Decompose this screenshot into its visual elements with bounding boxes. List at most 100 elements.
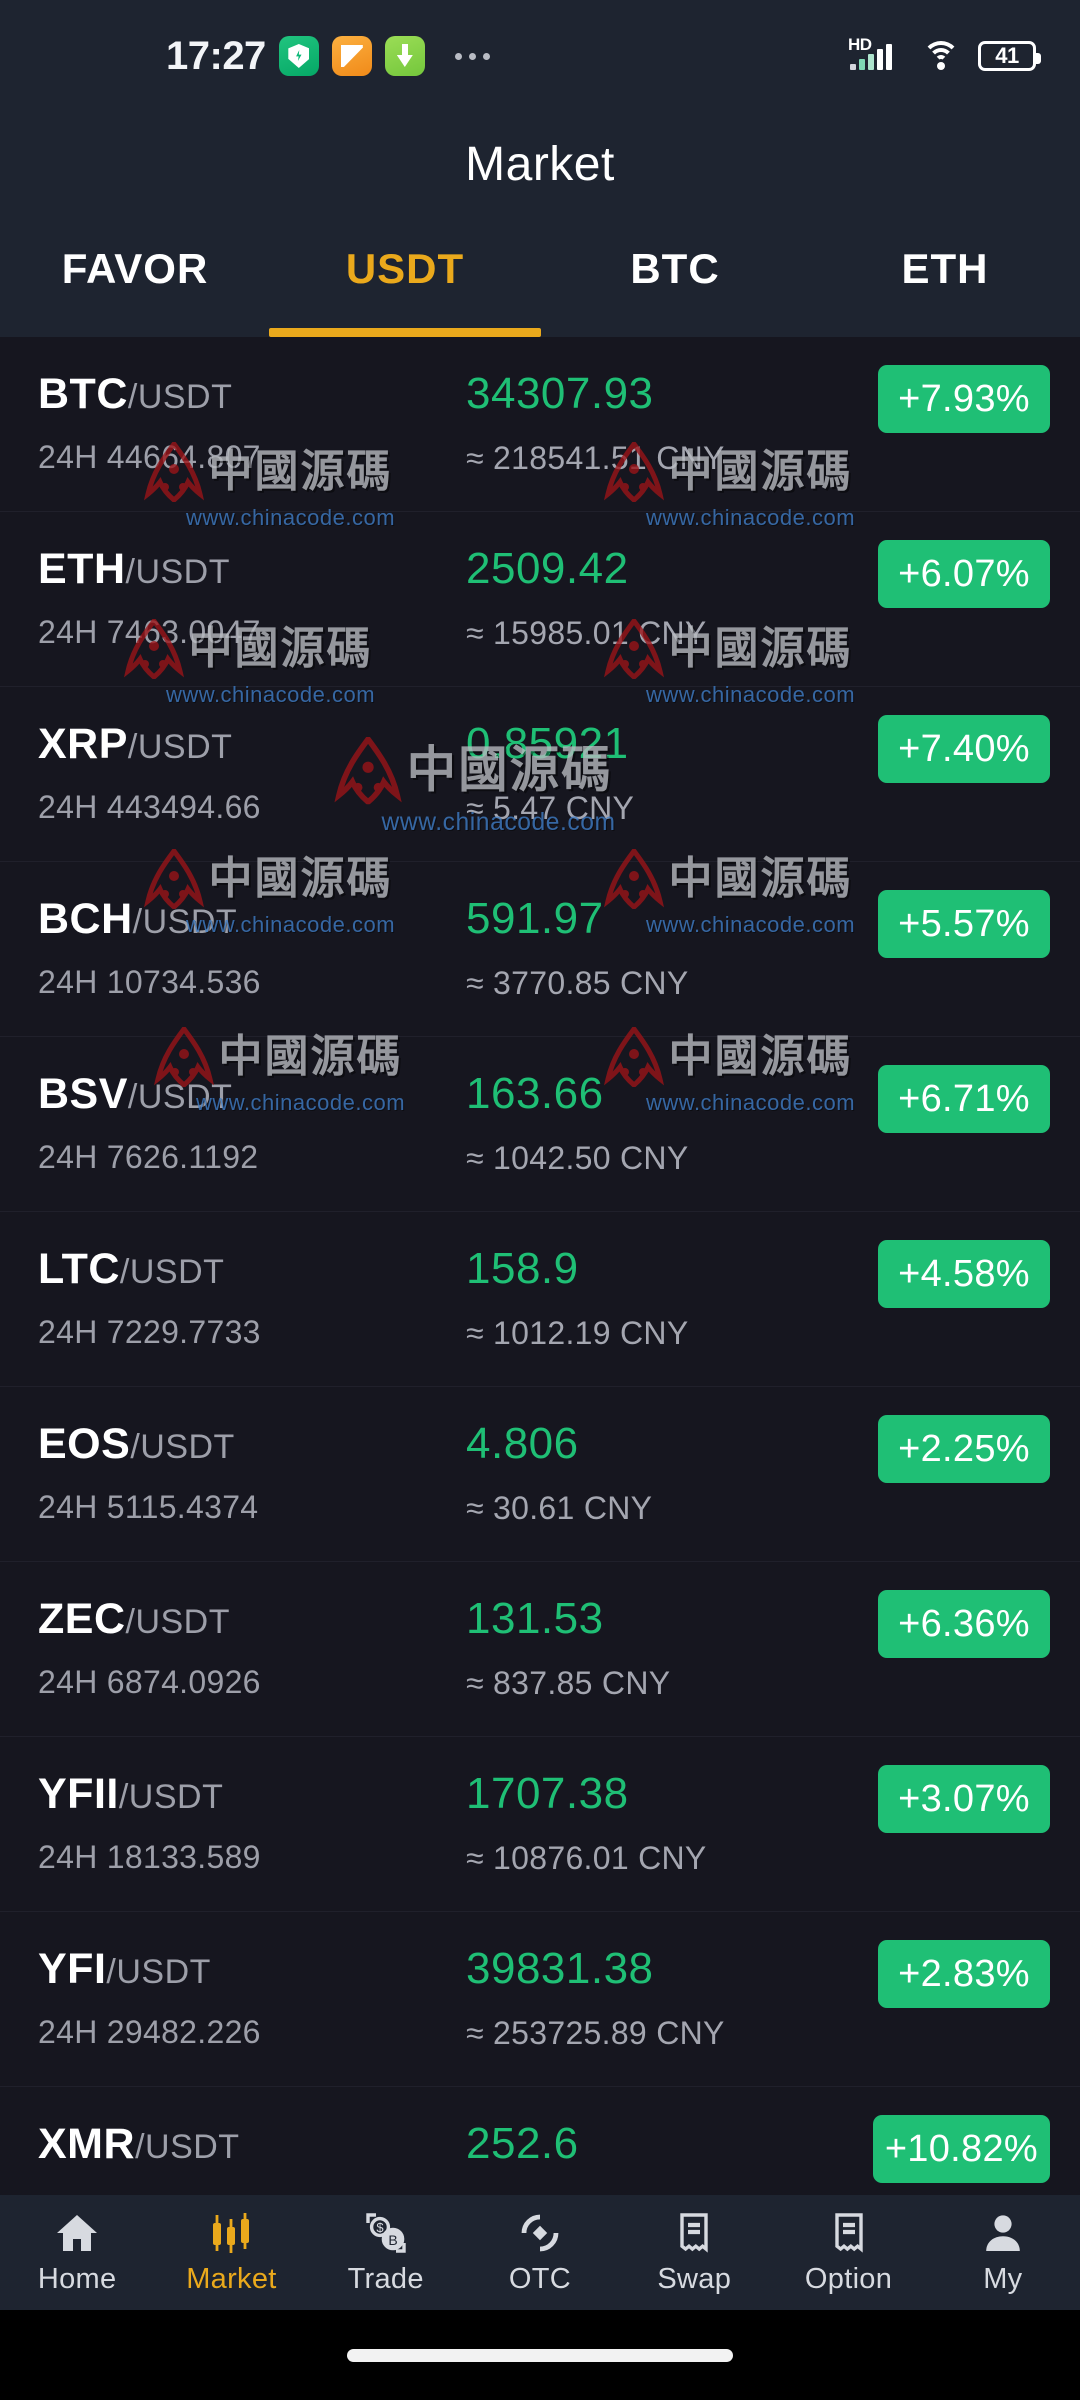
market-list[interactable]: BTC/USDT 24H 44664.807 34307.93 ≈ 218541.51… xyxy=(0,337,1080,2195)
pair-quote: /USDT xyxy=(130,1428,235,1466)
tab-favor[interactable]: FAVOR xyxy=(0,217,270,337)
coin-swap-icon: B $ xyxy=(360,2209,412,2257)
market-row[interactable]: ETH/USDT 24H 7463.0047 2509.42 ≈ 15985.01 C… xyxy=(0,512,1080,687)
market-row[interactable]: YFII/USDT 24H 18133.589 1707.38 ≈ 10876.01 … xyxy=(0,1737,1080,1912)
pair-base: ZEC xyxy=(38,1595,126,1643)
change-badge[interactable]: +10.82% xyxy=(872,2115,1050,2183)
pair-name: LTC/USDT xyxy=(38,1245,224,1294)
pair-quote: /USDT xyxy=(125,553,230,591)
volume-24h: 24H 443494.66 xyxy=(38,789,261,825)
last-price: 252.6 xyxy=(466,2119,579,2168)
tab-eth[interactable]: ETH xyxy=(810,217,1080,337)
nav-item-home[interactable]: Home xyxy=(0,2195,154,2310)
pair-quote: /USDT xyxy=(135,2128,240,2166)
nav-item-label: Swap xyxy=(657,2263,732,2295)
change-badge[interactable]: +5.57% xyxy=(878,890,1050,958)
gesture-bar-area xyxy=(0,2310,1080,2400)
phone-screen: 17:27 HD 41 Market FAVOR USDT BTC ETH BTC/U… xyxy=(0,0,1080,2400)
tab-btc[interactable]: BTC xyxy=(540,217,810,337)
market-row[interactable]: LTC/USDT 24H 7229.7733 158.9 ≈ 1012.19 CNY +… xyxy=(0,1212,1080,1387)
last-price: 158.9 xyxy=(466,1244,579,1293)
last-price: 131.53 xyxy=(466,1594,604,1643)
price-cny: ≈ 10876.01 CNY xyxy=(466,1840,707,1876)
pair-quote: /USDT xyxy=(127,378,233,416)
change-badge[interactable]: +7.93% xyxy=(878,365,1050,433)
status-bar-right: HD 41 xyxy=(848,35,1041,76)
status-bar-left: 17:27 xyxy=(166,34,490,79)
market-row[interactable]: BCH/USDT 24H 10734.536 591.97 ≈ 3770.85 CNY… xyxy=(0,862,1080,1037)
nav-item-label: Home xyxy=(37,2263,117,2295)
market-row[interactable]: XRP/USDT 24H 443494.66 0.85921 ≈ 5.47 CNY +7… xyxy=(0,687,1080,862)
nav-item-otc[interactable]: OTC xyxy=(463,2195,617,2310)
change-badge[interactable]: +2.25% xyxy=(878,1415,1050,1483)
last-price: 4.806 xyxy=(466,1419,579,1468)
change-badge[interactable]: +3.07% xyxy=(878,1765,1050,1833)
nav-item-label: My xyxy=(983,2263,1023,2295)
change-percent: +6.71% xyxy=(898,1077,1030,1120)
change-percent: +2.25% xyxy=(898,1427,1030,1470)
pair-name: YFI/USDT xyxy=(38,1945,211,1994)
nav-item-label: Trade xyxy=(347,2263,424,2295)
last-price: 34307.93 xyxy=(466,369,654,418)
nav-item-label: Market xyxy=(186,2263,277,2295)
tab-label: FAVOR xyxy=(61,245,209,292)
change-badge[interactable]: +2.83% xyxy=(878,1940,1050,2008)
pair-name: YFII/USDT xyxy=(38,1770,223,1819)
pair-base: EOS xyxy=(38,1420,131,1468)
change-percent: +10.82% xyxy=(884,2127,1038,2170)
signal-bars-icon: HD xyxy=(848,35,904,76)
nav-item-my[interactable]: My xyxy=(926,2195,1080,2310)
market-row[interactable]: XMR/USDT24H 8469.7148252.6≈ 1609.06 CNY+… xyxy=(0,2087,1080,2195)
person-icon xyxy=(977,2209,1029,2257)
change-percent: +6.07% xyxy=(898,552,1030,595)
pair-quote: /USDT xyxy=(125,1603,230,1641)
price-cny: ≈ 253725.89 CNY xyxy=(466,2015,725,2051)
home-gesture-indicator[interactable] xyxy=(347,2348,733,2362)
nav-item-trade[interactable]: B $ Trade xyxy=(309,2195,463,2310)
price-cny: ≈ 1042.50 CNY xyxy=(466,1140,689,1176)
tab-label: BTC xyxy=(630,245,720,292)
receipt-icon xyxy=(823,2209,875,2257)
nav-item-option[interactable]: Option xyxy=(771,2195,925,2310)
price-cny: ≈ 30.61 CNY xyxy=(466,1490,653,1526)
nav-item-swap[interactable]: Swap xyxy=(617,2195,771,2310)
change-badge[interactable]: +6.07% xyxy=(878,540,1050,608)
pair-name: XRP/USDT xyxy=(38,720,232,769)
price-cny: ≈ 218541.51 CNY xyxy=(466,440,725,476)
change-percent: +4.58% xyxy=(898,1252,1030,1295)
pair-name: BCH/USDT xyxy=(38,895,237,944)
last-price: 2509.42 xyxy=(466,544,629,593)
change-badge[interactable]: +7.40% xyxy=(878,715,1050,783)
bottom-nav: Home Market B $ Trade OTC Swap Option My xyxy=(0,2195,1080,2310)
market-row[interactable]: ZEC/USDT 24H 6874.0926 131.53 ≈ 837.85 CNY +… xyxy=(0,1562,1080,1737)
svg-text:$: $ xyxy=(376,2220,384,2235)
wifi-icon xyxy=(920,39,962,73)
price-cny: ≈ 1012.19 CNY xyxy=(466,1315,689,1351)
last-price: 1707.38 xyxy=(466,1769,629,1818)
pair-name: ETH/USDT xyxy=(38,545,230,594)
market-row[interactable]: YFI/USDT 24H 29482.226 39831.38 ≈ 253725.89… xyxy=(0,1912,1080,2087)
change-badge[interactable]: +4.58% xyxy=(878,1240,1050,1308)
pair-base: LTC xyxy=(38,1245,120,1293)
pair-name: BSV/USDT xyxy=(38,1070,232,1119)
volume-24h: 24H 7463.0047 xyxy=(38,614,261,650)
market-row[interactable]: EOS/USDT 24H 5115.4374 4.806 ≈ 30.61 CNY +2.… xyxy=(0,1387,1080,1562)
change-percent: +7.40% xyxy=(898,727,1030,770)
market-row[interactable]: BSV/USDT 24H 7626.1192 163.66 ≈ 1042.50 CNY… xyxy=(0,1037,1080,1212)
change-percent: +5.57% xyxy=(898,902,1030,945)
volume-24h: 24H 29482.226 xyxy=(38,2014,261,2050)
volume-24h: 24H 6874.0926 xyxy=(38,1664,261,1700)
nav-item-market[interactable]: Market xyxy=(154,2195,308,2310)
battery-icon: 41 xyxy=(978,41,1041,71)
change-badge[interactable]: +6.71% xyxy=(878,1065,1050,1133)
candlestick-icon xyxy=(205,2209,257,2257)
tab-usdt[interactable]: USDT xyxy=(270,217,540,337)
refresh-ring-icon xyxy=(514,2209,566,2257)
market-tabs: FAVOR USDT BTC ETH xyxy=(0,217,1080,337)
change-badge[interactable]: +6.36% xyxy=(878,1590,1050,1658)
status-clock: 17:27 xyxy=(166,33,266,78)
page-header: Market xyxy=(0,112,1080,217)
change-percent: +6.36% xyxy=(898,1602,1030,1645)
market-row[interactable]: BTC/USDT 24H 44664.807 34307.93 ≈ 218541.51… xyxy=(0,337,1080,512)
status-bar: 17:27 HD 41 xyxy=(0,0,1080,112)
